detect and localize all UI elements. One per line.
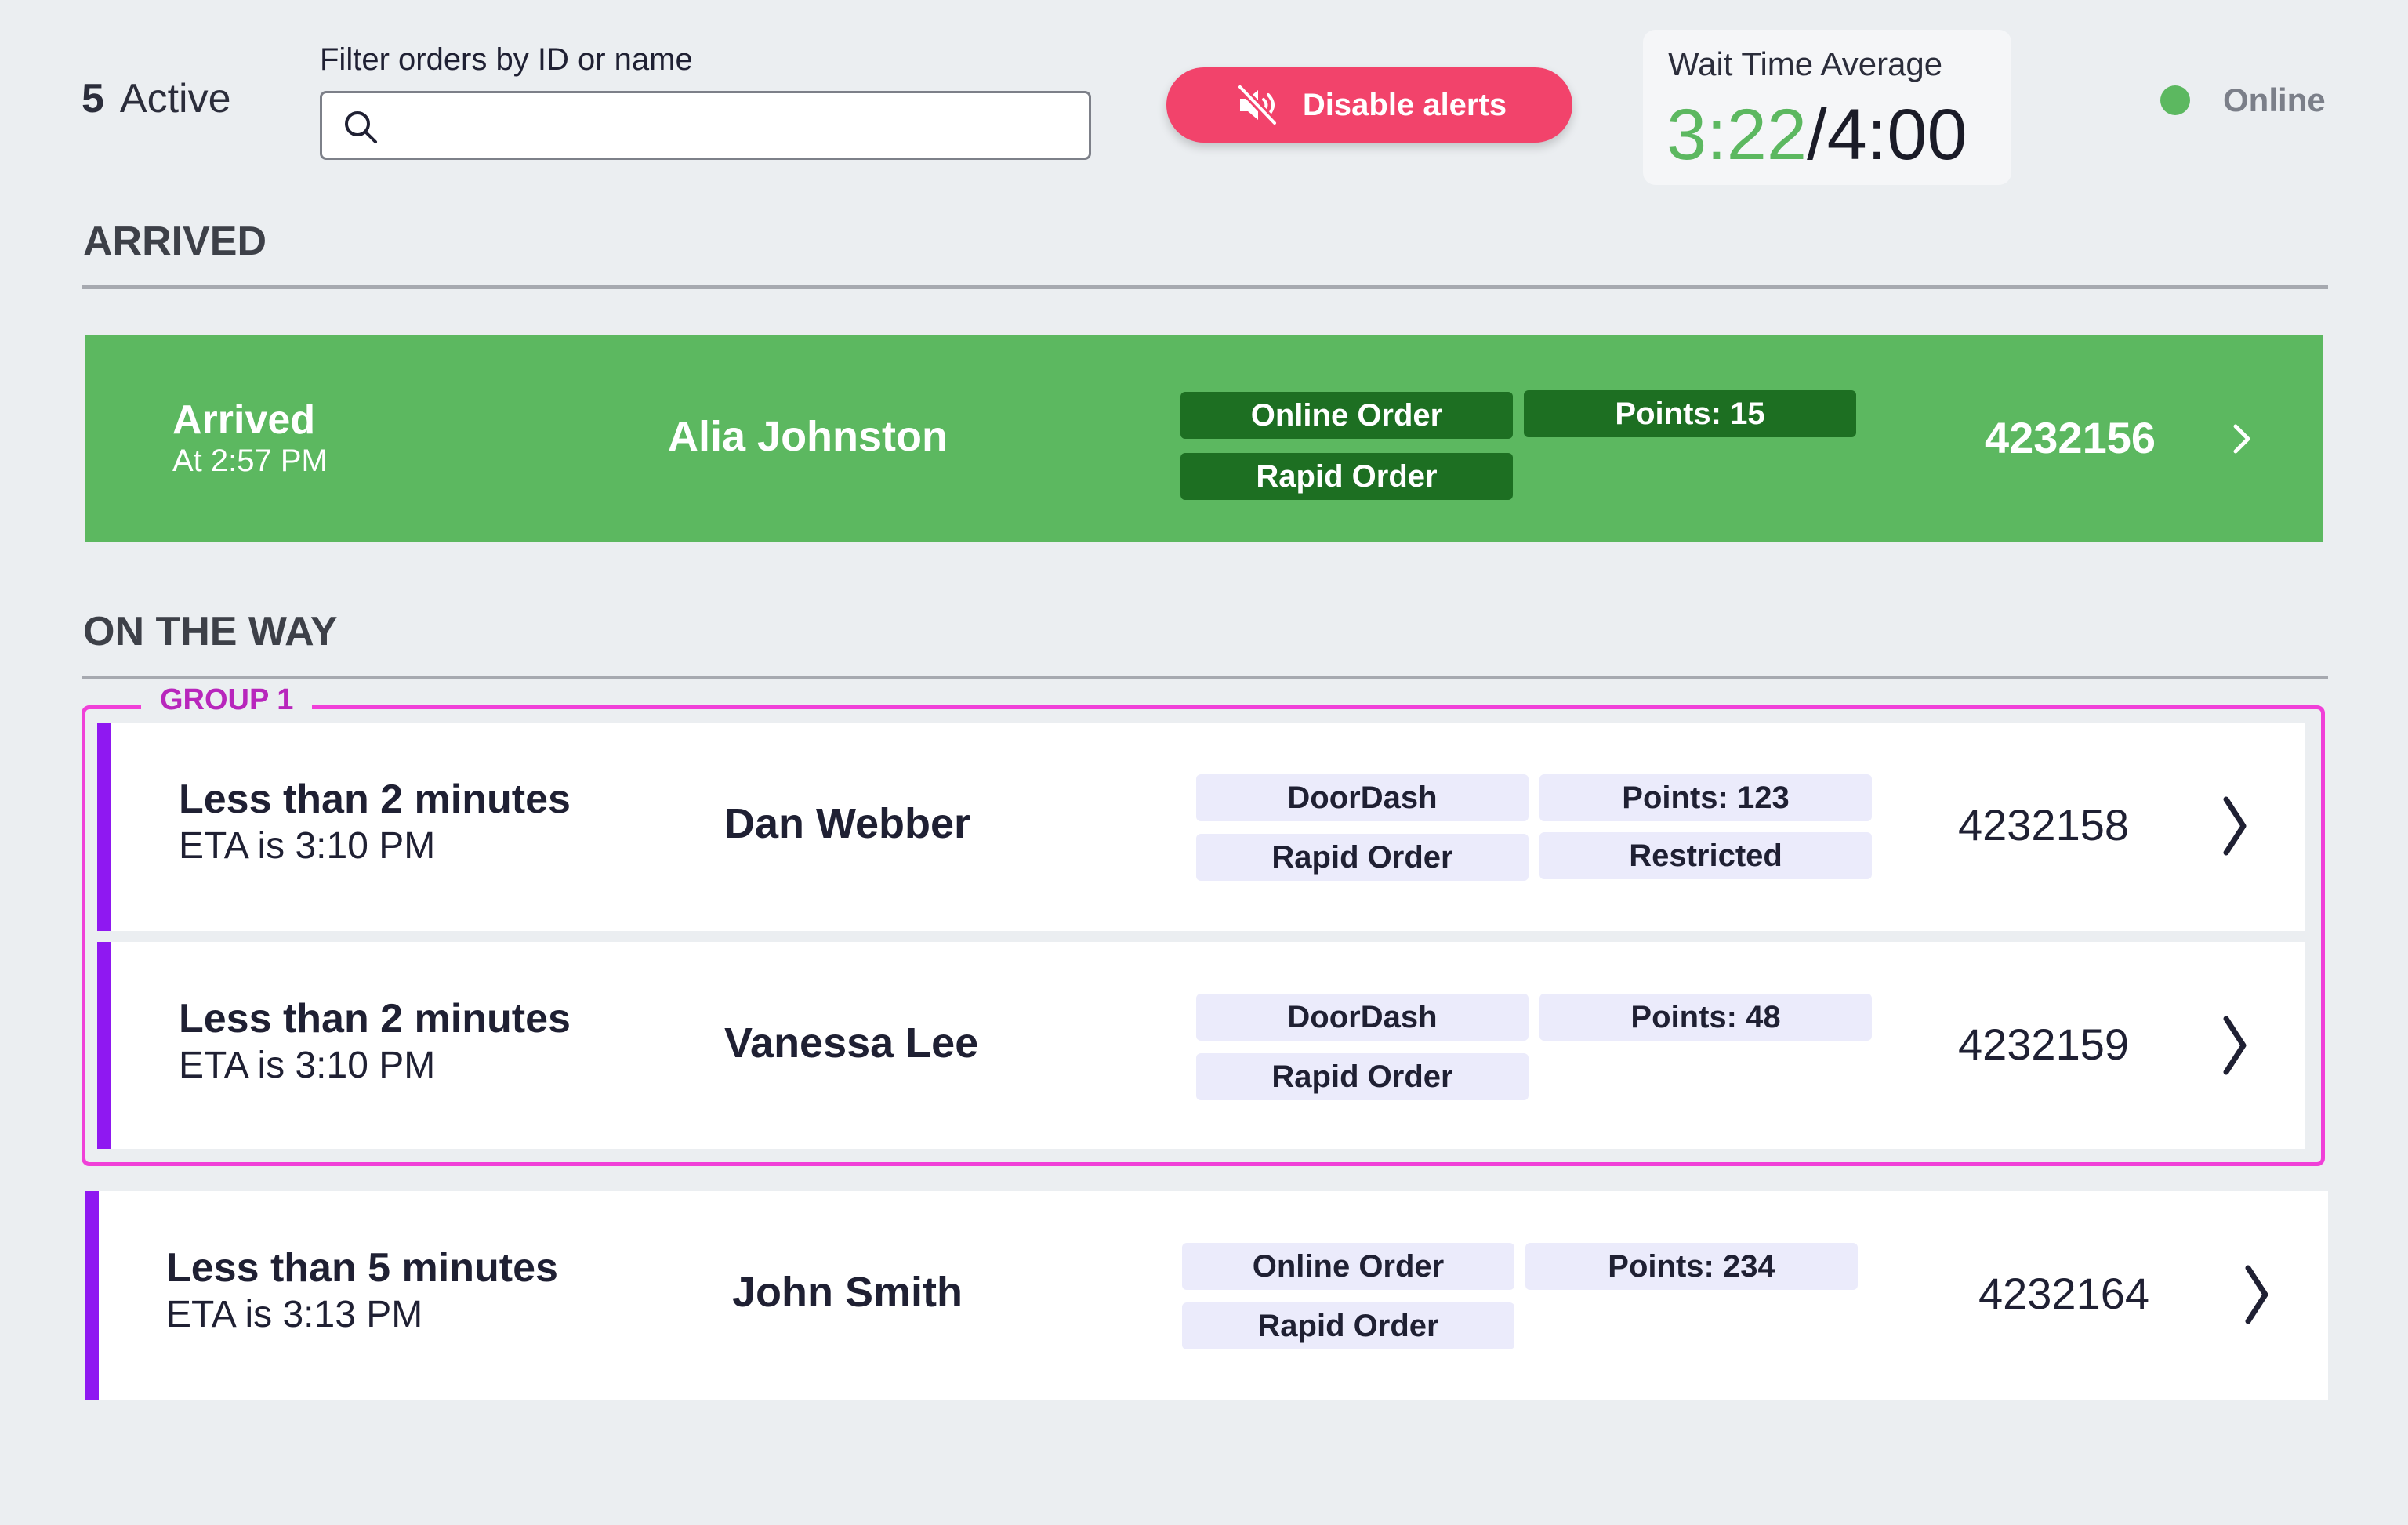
status-label: Online bbox=[2223, 82, 2326, 118]
eta-label: Less than 5 minutes bbox=[166, 1245, 558, 1291]
disable-alerts-label: Disable alerts bbox=[1302, 87, 1507, 122]
disable-alerts-button[interactable]: Disable alerts bbox=[1166, 67, 1572, 143]
order-tag: Rapid Order bbox=[1196, 1053, 1529, 1100]
on-the-way-section-title: ON THE WAY bbox=[83, 609, 338, 654]
eta-indicator-bar bbox=[97, 723, 111, 931]
filter-label: Filter orders by ID or name bbox=[320, 42, 693, 77]
points-tag: Points: 234 bbox=[1525, 1243, 1858, 1290]
online-status-dot-icon bbox=[2160, 85, 2190, 115]
wait-time-target: 4:00 bbox=[1826, 95, 1967, 175]
order-row-arrived[interactable]: Arrived At 2:57 PM Alia Johnston Online … bbox=[85, 335, 2323, 542]
chevron-right-icon[interactable] bbox=[2240, 1257, 2272, 1332]
customer-name: Dan Webber bbox=[724, 800, 971, 847]
order-tag: Online Order bbox=[1180, 392, 1513, 439]
wait-time-card: Wait Time Average 3:22/4:00 bbox=[1643, 30, 2011, 185]
order-row[interactable]: Less than 5 minutes ETA is 3:13 PM John … bbox=[85, 1191, 2328, 1400]
chevron-right-icon[interactable] bbox=[2218, 788, 2250, 864]
order-id: 4232156 bbox=[1985, 413, 2156, 462]
active-orders-count: 5 Active bbox=[82, 75, 231, 122]
eta-indicator-bar bbox=[97, 942, 111, 1149]
eta-indicator-bar bbox=[85, 1191, 99, 1400]
wait-time-separator: / bbox=[1807, 95, 1827, 175]
restricted-tag: Restricted bbox=[1539, 832, 1872, 879]
eta-label: Less than 2 minutes bbox=[179, 777, 571, 822]
chevron-right-icon[interactable] bbox=[2229, 411, 2258, 467]
points-tag: Points: 123 bbox=[1539, 774, 1872, 821]
wait-time-current: 3:22 bbox=[1666, 95, 1808, 175]
order-status: Arrived bbox=[172, 397, 316, 443]
search-field[interactable] bbox=[320, 91, 1091, 160]
order-tag: Rapid Order bbox=[1182, 1302, 1514, 1349]
eta-time: ETA is 3:10 PM bbox=[179, 825, 436, 867]
order-tag: Rapid Order bbox=[1196, 834, 1529, 881]
customer-name: John Smith bbox=[732, 1269, 963, 1316]
connection-status: Online bbox=[2160, 82, 2326, 119]
wait-time-value: 3:22/4:00 bbox=[1666, 94, 1967, 176]
order-row[interactable]: Less than 2 minutes ETA is 3:10 PM Dan W… bbox=[97, 723, 2305, 931]
search-icon bbox=[345, 111, 377, 143]
points-tag: Points: 48 bbox=[1539, 994, 1872, 1041]
arrival-time: At 2:57 PM bbox=[172, 444, 328, 478]
search-input[interactable] bbox=[394, 101, 1076, 150]
active-count-label: Active bbox=[119, 76, 231, 121]
arrived-section-title: ARRIVED bbox=[83, 219, 267, 264]
order-tag: DoorDash bbox=[1196, 994, 1529, 1041]
eta-label: Less than 2 minutes bbox=[179, 996, 571, 1041]
customer-name: Alia Johnston bbox=[668, 413, 948, 460]
group-label: GROUP 1 bbox=[141, 683, 313, 717]
points-tag: Points: 15 bbox=[1524, 390, 1856, 437]
order-tag: Rapid Order bbox=[1180, 453, 1513, 500]
arrived-section-divider bbox=[82, 285, 2328, 289]
order-id: 4232164 bbox=[1978, 1269, 2150, 1318]
order-tag: DoorDash bbox=[1196, 774, 1529, 821]
wait-time-label: Wait Time Average bbox=[1668, 45, 1943, 82]
customer-name: Vanessa Lee bbox=[724, 1020, 979, 1067]
eta-time: ETA is 3:10 PM bbox=[179, 1045, 436, 1086]
on-the-way-section-divider bbox=[82, 676, 2328, 679]
active-count-number: 5 bbox=[82, 76, 104, 121]
order-id: 4232159 bbox=[1958, 1020, 2130, 1069]
order-row[interactable]: Less than 2 minutes ETA is 3:10 PM Vanes… bbox=[97, 942, 2305, 1149]
order-id: 4232158 bbox=[1958, 800, 2130, 849]
speaker-muted-icon bbox=[1235, 83, 1278, 127]
order-tag: Online Order bbox=[1182, 1243, 1514, 1290]
chevron-right-icon[interactable] bbox=[2218, 1008, 2250, 1083]
eta-time: ETA is 3:13 PM bbox=[166, 1294, 423, 1335]
